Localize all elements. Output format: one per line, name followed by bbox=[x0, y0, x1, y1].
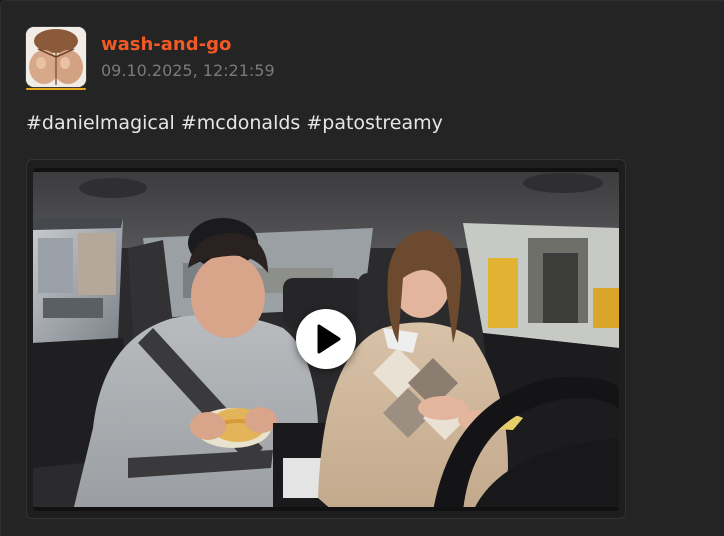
post-timestamp: 09.10.2025, 12:21:59 bbox=[101, 61, 275, 80]
author-name-link[interactable]: wash-and-go bbox=[101, 34, 231, 56]
avatar-accent-bar bbox=[26, 88, 86, 90]
avatar-image bbox=[26, 27, 86, 87]
play-icon bbox=[317, 324, 341, 354]
play-button[interactable] bbox=[296, 309, 356, 369]
hashtag-link[interactable]: #mcdonalds bbox=[181, 112, 300, 134]
author-avatar[interactable] bbox=[26, 27, 86, 87]
hashtag-link[interactable]: #danielmagical bbox=[26, 112, 175, 134]
post-card: wash-and-go 09.10.2025, 12:21:59 #daniel… bbox=[0, 0, 724, 536]
hashtag-link[interactable]: #patostreamy bbox=[306, 112, 443, 134]
post-hashtags: #danielmagical #mcdonalds #patostreamy bbox=[26, 111, 443, 135]
